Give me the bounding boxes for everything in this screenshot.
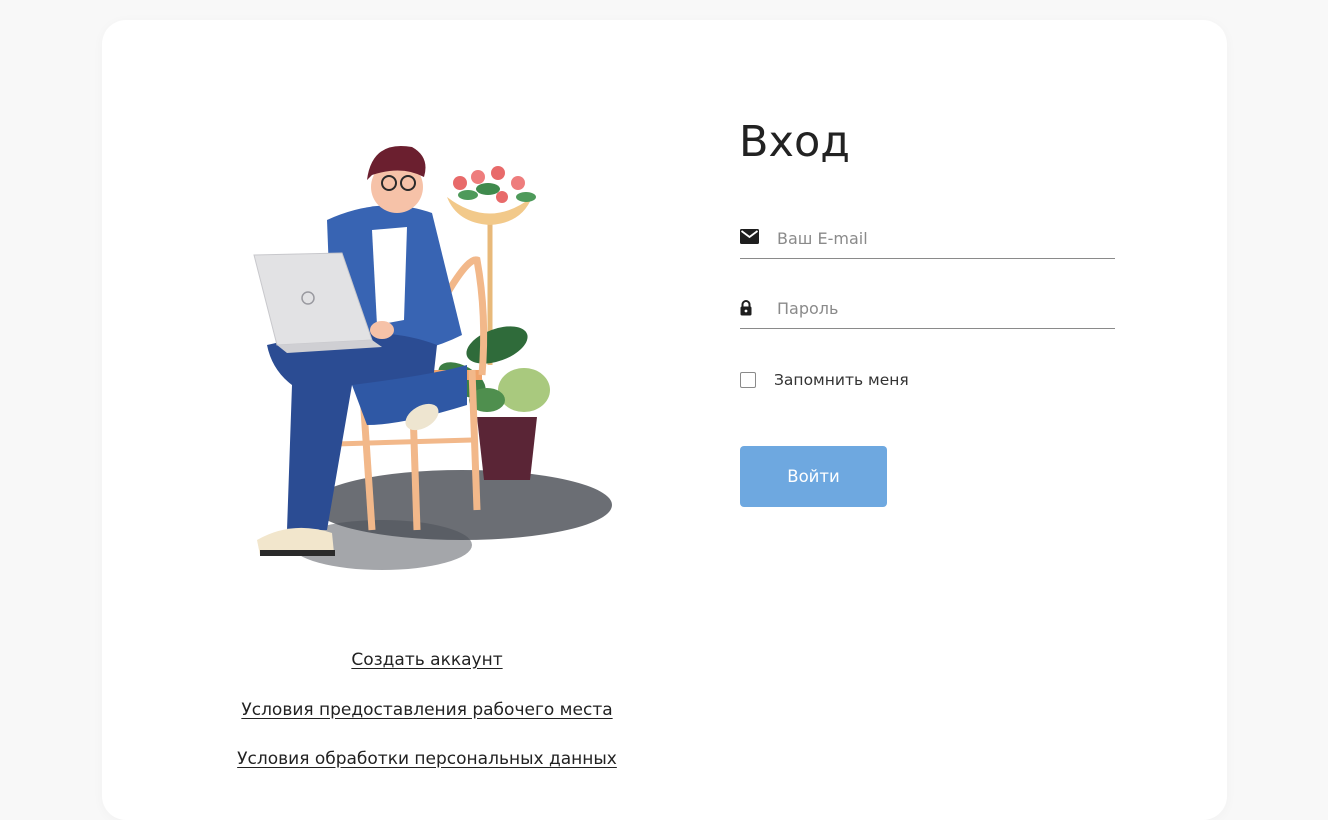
remember-me-label[interactable]: Запомнить меня (774, 371, 909, 389)
login-button[interactable]: Войти (740, 446, 887, 507)
create-account-link[interactable]: Создать аккаунт (232, 648, 622, 672)
page-title: Вход (739, 117, 850, 167)
lock-icon (740, 300, 752, 316)
envelope-icon (740, 229, 759, 244)
footer-links: Создать аккаунт Условия предоставления р… (232, 648, 622, 797)
remember-me-checkbox[interactable] (740, 372, 756, 388)
password-input[interactable] (777, 294, 1107, 322)
password-field[interactable] (740, 288, 1115, 329)
email-input[interactable] (777, 224, 1107, 252)
email-field[interactable] (740, 218, 1115, 259)
workplace-terms-link[interactable]: Условия предоставления рабочего места (232, 698, 622, 722)
person-with-laptop-illustration (253, 145, 612, 570)
remember-me: Запомнить меня (740, 370, 909, 390)
personal-data-terms-link[interactable]: Условия обработки персональных данных (232, 747, 622, 771)
